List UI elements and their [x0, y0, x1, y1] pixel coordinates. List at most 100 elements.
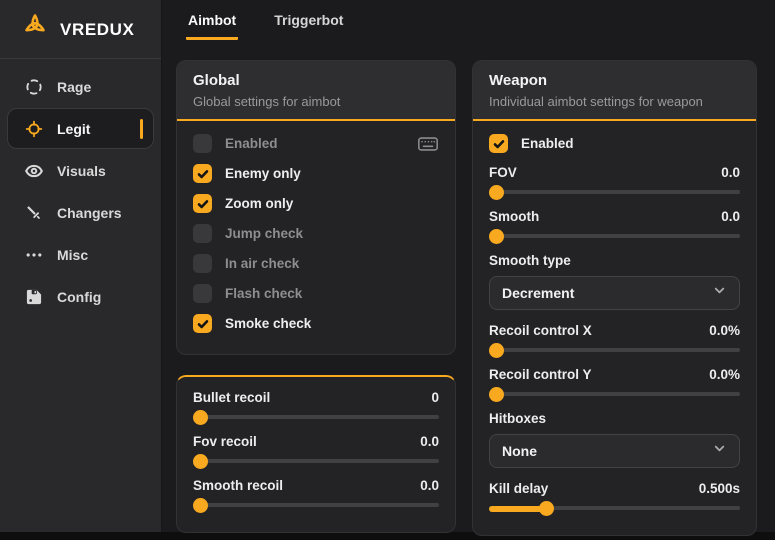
sidebar-item-label: Visuals: [57, 163, 106, 179]
active-indicator-bar: [140, 119, 143, 139]
checkbox-enemy-only[interactable]: [193, 164, 212, 183]
weapon-panel: Weapon Individual aimbot settings for we…: [472, 60, 757, 536]
hitboxes-select[interactable]: None: [489, 434, 740, 468]
checkbox-jump-check[interactable]: [193, 224, 212, 243]
sidebar-item-label: Rage: [57, 79, 91, 95]
checkbox-row-weapon-enabled: Enabled: [489, 134, 740, 153]
tab-bar: Aimbot Triggerbot: [162, 0, 775, 40]
checkbox-label: Enabled: [521, 136, 574, 151]
slider-value: 0.0%: [709, 367, 740, 382]
app-window: VREDUX Rage: [0, 0, 775, 532]
slider-value: 0.500s: [699, 481, 740, 496]
checkbox-row-jump-check: Jump check: [193, 224, 439, 243]
slider-value: 0.0: [721, 209, 740, 224]
fov-slider[interactable]: [489, 185, 740, 200]
content-area: Global Global settings for aimbot Enable…: [162, 40, 775, 536]
slider-thumb[interactable]: [193, 410, 208, 425]
sidebar-nav: Rage Legit: [0, 59, 161, 325]
slider-label: Bullet recoil: [193, 390, 270, 405]
checkbox-weapon-enabled[interactable]: [489, 134, 508, 153]
sidebar-item-legit[interactable]: Legit: [7, 108, 154, 149]
slider-label: Recoil control Y: [489, 367, 592, 382]
slider-group-kill-delay: Kill delay 0.500s: [489, 481, 740, 516]
panel-subtitle: Individual aimbot settings for weapon: [489, 94, 740, 109]
checkbox-row-smoke-check: Smoke check: [193, 314, 439, 333]
slider-label: Recoil control X: [489, 323, 592, 338]
chevron-down-icon: [712, 441, 727, 461]
global-panel: Global Global settings for aimbot Enable…: [176, 60, 456, 355]
sidebar-item-label: Legit: [57, 121, 90, 137]
sidebar: VREDUX Rage: [0, 0, 162, 532]
slider-label: Kill delay: [489, 481, 548, 496]
sidebar-item-label: Changers: [57, 205, 122, 221]
global-panel-body: Enabled: [177, 121, 455, 354]
checkbox-row-enemy-only: Enemy only: [193, 164, 439, 183]
triquetra-knot-icon: [20, 12, 50, 47]
smooth-recoil-slider[interactable]: [193, 498, 439, 513]
eye-icon: [24, 161, 44, 181]
slider-thumb[interactable]: [539, 501, 554, 516]
select-value: None: [502, 443, 537, 459]
sidebar-item-label: Misc: [57, 247, 88, 263]
slider-value: 0.0: [721, 165, 740, 180]
checkbox-enabled[interactable]: [193, 134, 212, 153]
weapon-panel-body: Enabled FOV 0.0 Smooth: [473, 121, 756, 535]
kill-delay-slider[interactable]: [489, 501, 740, 516]
recoil-control-y-slider[interactable]: [489, 387, 740, 402]
hitboxes-label: Hitboxes: [489, 411, 740, 426]
slider-label: Smooth recoil: [193, 478, 283, 493]
chevron-down-icon: [712, 283, 727, 303]
right-column: Weapon Individual aimbot settings for we…: [472, 60, 757, 536]
checkbox-label: Zoom only: [225, 196, 293, 211]
slider-group-fov-recoil: Fov recoil 0.0: [193, 434, 439, 469]
slider-value: 0.0: [420, 478, 439, 493]
slider-group-bullet-recoil: Bullet recoil 0: [193, 390, 439, 425]
bullet-recoil-slider[interactable]: [193, 410, 439, 425]
panel-title: Weapon: [489, 72, 740, 89]
slider-thumb[interactable]: [489, 185, 504, 200]
sidebar-item-config[interactable]: Config: [7, 276, 154, 317]
sidebar-item-misc[interactable]: Misc: [7, 234, 154, 275]
checkbox-flash-check[interactable]: [193, 284, 212, 303]
recoil-panel: Bullet recoil 0 Fov recoil 0.0: [176, 375, 456, 533]
keyboard-icon[interactable]: [417, 135, 439, 153]
rage-crosshair-icon: [24, 77, 44, 97]
smooth-slider[interactable]: [489, 229, 740, 244]
checkbox-label: Enabled: [225, 136, 278, 151]
slider-thumb[interactable]: [489, 387, 504, 402]
checkbox-in-air-check[interactable]: [193, 254, 212, 273]
target-icon: [24, 119, 44, 139]
save-icon: [24, 287, 44, 307]
tab-aimbot[interactable]: Aimbot: [186, 12, 238, 40]
sidebar-item-rage[interactable]: Rage: [7, 66, 154, 107]
checkbox-label: In air check: [225, 256, 299, 271]
logo-row: VREDUX: [0, 0, 161, 58]
checkbox-row-zoom-only: Zoom only: [193, 194, 439, 213]
slider-group-smooth: Smooth 0.0: [489, 209, 740, 244]
smooth-type-select[interactable]: Decrement: [489, 276, 740, 310]
recoil-control-x-slider[interactable]: [489, 343, 740, 358]
slider-thumb[interactable]: [193, 454, 208, 469]
slider-group-recoil-x: Recoil control X 0.0%: [489, 323, 740, 358]
checkbox-row-in-air-check: In air check: [193, 254, 439, 273]
slider-group-recoil-y: Recoil control Y 0.0%: [489, 367, 740, 402]
slider-group-smooth-recoil: Smooth recoil 0.0: [193, 478, 439, 513]
tab-triggerbot[interactable]: Triggerbot: [272, 12, 345, 40]
slider-value: 0.0: [420, 434, 439, 449]
smooth-type-label: Smooth type: [489, 253, 740, 268]
checkbox-zoom-only[interactable]: [193, 194, 212, 213]
checkbox-row-flash-check: Flash check: [193, 284, 439, 303]
panel-title: Global: [193, 72, 439, 89]
slider-thumb[interactable]: [489, 343, 504, 358]
panel-subtitle: Global settings for aimbot: [193, 94, 439, 109]
fov-recoil-slider[interactable]: [193, 454, 439, 469]
weapon-panel-header: Weapon Individual aimbot settings for we…: [473, 61, 756, 121]
left-column: Global Global settings for aimbot Enable…: [176, 60, 456, 536]
slider-value: 0: [431, 390, 439, 405]
checkbox-label: Flash check: [225, 286, 302, 301]
slider-thumb[interactable]: [193, 498, 208, 513]
sidebar-item-visuals[interactable]: Visuals: [7, 150, 154, 191]
checkbox-smoke-check[interactable]: [193, 314, 212, 333]
slider-thumb[interactable]: [489, 229, 504, 244]
sidebar-item-changers[interactable]: Changers: [7, 192, 154, 233]
